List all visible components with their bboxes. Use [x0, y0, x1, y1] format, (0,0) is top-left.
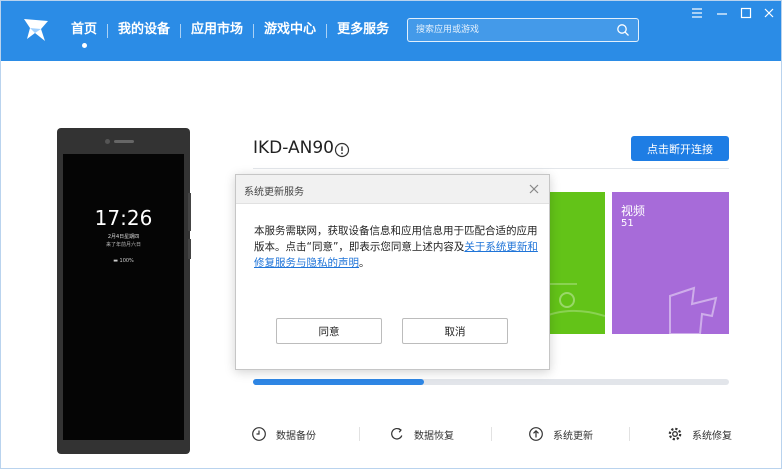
app-window: 首页 我的设备 应用市场 游戏中心 更多服务 搜索应用或游戏 17:26 2月4…: [0, 0, 782, 469]
nav-item-my-devices[interactable]: 我的设备: [108, 1, 180, 61]
tool-divider: [359, 427, 360, 441]
storage-progress-bar: [253, 379, 729, 385]
maximize-icon[interactable]: [738, 5, 754, 21]
nav-item-more-services[interactable]: 更多服务: [327, 1, 399, 61]
lock-screen-time: 17:26: [94, 206, 153, 230]
dialog-header: 系统更新服务: [236, 175, 549, 204]
system-update-button[interactable]: 系统更新: [528, 419, 593, 449]
header-divider: [253, 168, 729, 169]
lock-screen-battery: ▬ 100%: [113, 258, 134, 264]
data-backup-button[interactable]: 数据备份: [251, 419, 316, 449]
nav-item-home[interactable]: 首页: [61, 1, 107, 61]
active-indicator: [81, 43, 87, 48]
main-nav: 首页 我的设备 应用市场 游戏中心 更多服务: [61, 1, 399, 61]
clock-icon: [252, 427, 266, 441]
minimize-icon[interactable]: [714, 5, 730, 21]
tools-bar: 数据备份 数据恢复 系统更新 系统修复: [241, 419, 741, 449]
video-tile-icon: [669, 286, 718, 334]
progress-fill: [253, 379, 425, 385]
app-logo-icon: [24, 19, 48, 41]
restore-icon: [391, 427, 403, 440]
device-name: IKD-AN90: [253, 138, 334, 158]
tool-divider: [491, 427, 492, 441]
phone-preview: 17:26 2月4日星期四 来了年前月六日 ▬ 100%: [57, 128, 190, 454]
close-icon[interactable]: [761, 5, 777, 21]
phone-side-button: [188, 239, 191, 259]
gear-icon: [668, 427, 682, 441]
title-bar: 首页 我的设备 应用市场 游戏中心 更多服务: [1, 1, 781, 61]
search-icon[interactable]: [616, 23, 630, 37]
search-input[interactable]: [416, 22, 606, 38]
category-tile-videos[interactable]: 视频 51: [612, 192, 729, 334]
lock-screen-date: 2月4日星期四: [107, 234, 140, 240]
search-box: [407, 18, 639, 42]
data-restore-button[interactable]: 数据恢复: [389, 419, 454, 449]
system-update-dialog: 系统更新服务 本服务需联网，获取设备信息和应用信息用于匹配合适的应用版本。点击“…: [235, 174, 550, 370]
phone-camera: [105, 139, 110, 144]
agree-button[interactable]: 同意: [276, 318, 382, 344]
nav-item-game-center[interactable]: 游戏中心: [254, 1, 326, 61]
dialog-title: 系统更新服务: [244, 187, 304, 198]
nav-item-app-market[interactable]: 应用市场: [181, 1, 253, 61]
phone-screen: 17:26 2月4日星期四 来了年前月六日 ▬ 100%: [63, 154, 184, 440]
phone-side-button: [188, 193, 191, 231]
system-repair-button[interactable]: 系统修复: [667, 419, 732, 449]
dialog-close-icon[interactable]: [527, 182, 541, 196]
dialog-message: 本服务需联网，获取设备信息和应用信息用于匹配合适的应用版本。点击“同意”，即表示…: [254, 225, 538, 269]
cancel-button[interactable]: 取消: [402, 318, 508, 344]
tool-divider: [629, 427, 630, 441]
arrow-up-icon: [529, 427, 543, 441]
phone-speaker: [114, 140, 134, 143]
menu-icon[interactable]: [689, 5, 705, 21]
disconnect-button[interactable]: 点击断开连接: [631, 136, 729, 161]
lock-screen-subtitle: 来了年前月六日: [105, 242, 141, 248]
info-icon[interactable]: [334, 142, 350, 158]
